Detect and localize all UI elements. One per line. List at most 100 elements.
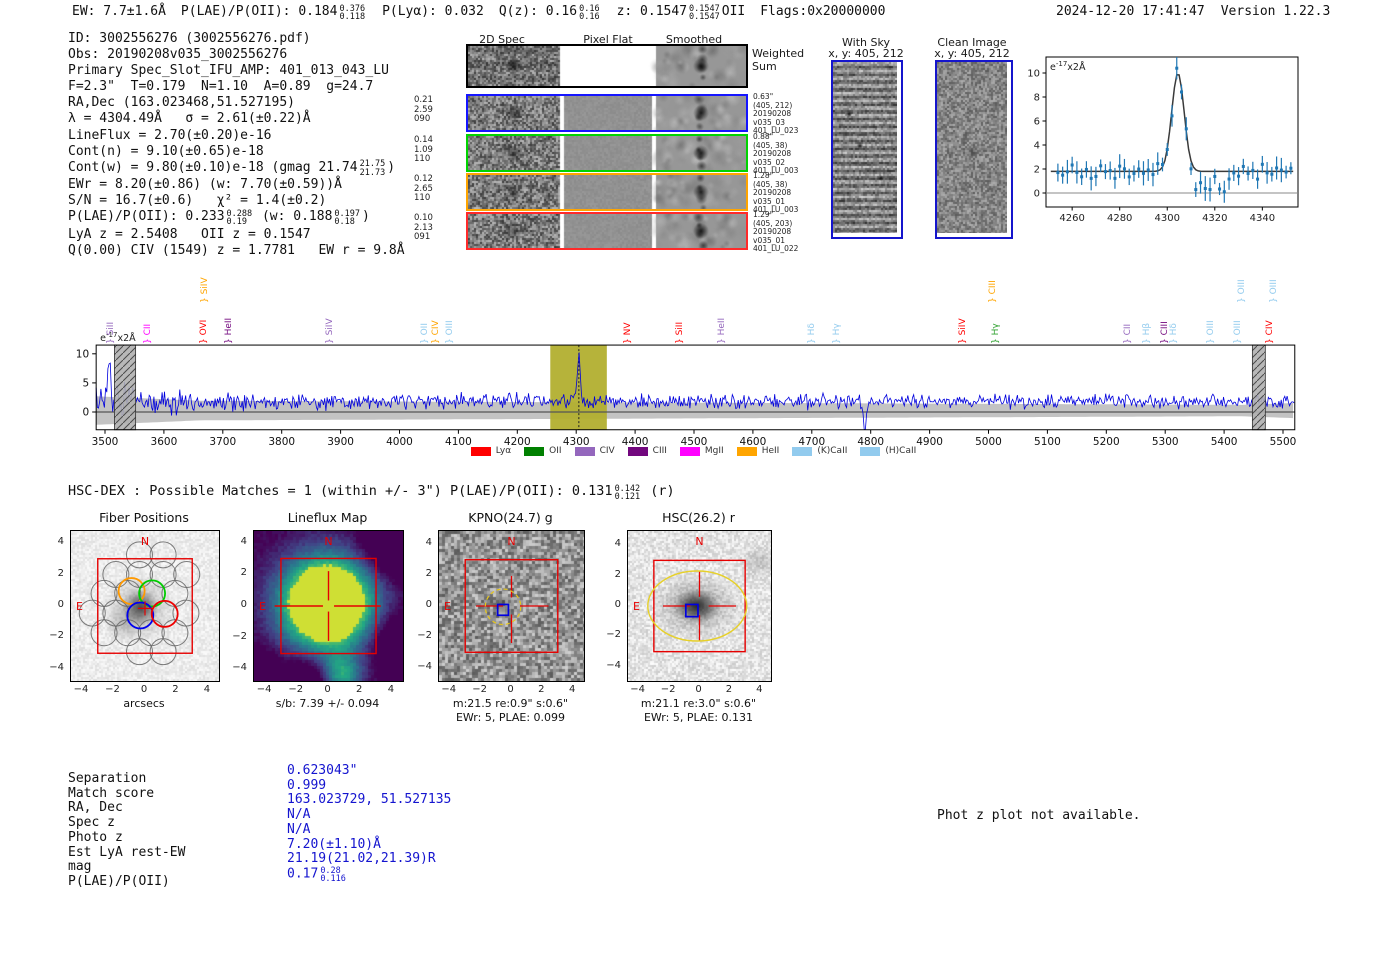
main-x-tick: 5200 <box>1093 436 1120 448</box>
cutout-overlay: NE <box>76 535 201 666</box>
cutout-xlabel1: s/b: 7.39 +/- 0.094 <box>275 697 380 710</box>
plae-stack-1: 0.288 0.19 <box>226 208 253 228</box>
cutout-image-hsc: NE <box>627 530 772 682</box>
cutout-xlabel2: EWr: 5, PLAE: 0.131 <box>643 711 754 724</box>
compass-east-label: E <box>633 600 640 613</box>
cutout-overlay: NE <box>633 535 748 653</box>
inset-y-tick: 2 <box>1034 165 1040 176</box>
cutout-xlabel1: m:21.1 re:3.0" s:0.6" <box>640 697 757 710</box>
compass-east-label: E <box>444 600 451 613</box>
cutout-x-tick: −4 <box>256 684 272 695</box>
cutout-y-tick: −2 <box>232 630 247 642</box>
cutout-x-tick: 0 <box>140 684 148 695</box>
header-datetime-version: 2024-12-20 17:41:47 Version 1.22.3 <box>1056 4 1330 19</box>
header-plae-stack: 0.376 0.118 <box>339 3 366 22</box>
line-label-NV: } NV <box>623 322 634 344</box>
cutout-y-tick: −4 <box>417 660 432 672</box>
cutout-x-tick: 4 <box>387 684 395 695</box>
main-y-tick: 5 <box>82 377 89 389</box>
header-datetime: 2024-12-20 17:41:47 <box>1056 4 1205 19</box>
elixer-report-page: EW: 7.7±1.6Å P(LAE)/P(OII): 0.184 0.376 0.1… <box>0 0 1400 953</box>
cutout-y-tick: −2 <box>417 629 432 641</box>
hscdex-stack: 0.142 0.121 <box>614 483 641 502</box>
info-line-lineflux: LineFlux = 2.70(±0.20)e-16 <box>68 127 272 143</box>
cutout-xlabel1: arcsecs <box>123 697 165 710</box>
info-line-fwhm: F=2.3" T=0.179 N=1.10 A=0.89 g=24.7 <box>68 79 374 95</box>
spectrum-legend: Lyα OII CIV CIII MgII HeII (K)CaII (H)CaII <box>440 446 960 456</box>
cutout-y-tick: 0 <box>57 599 64 610</box>
inset-y-tick: 0 <box>1034 189 1040 200</box>
header-plya: P(Lyα): 0.032 <box>382 4 484 19</box>
cutout-x-tick: −2 <box>472 684 488 695</box>
legend-swatch <box>679 446 700 456</box>
info-line-cont-n: Cont(n) = 9.10(±0.65)e-18 <box>68 143 264 159</box>
match-table-label: Spec z <box>68 815 115 831</box>
legend-swatch <box>860 446 881 456</box>
twod-left-label-line: 090 <box>414 114 431 125</box>
compass-north-label: N <box>507 535 515 548</box>
cutout-y-tick: 2 <box>57 567 64 579</box>
header-plae: P(LAE)/P(OII): 0.184 <box>180 4 338 19</box>
info-line-ewr: EWr = 8.20(±0.86) (w: 7.70(±0.59))Å <box>68 177 342 193</box>
twod-left-label: 0.21 2.59 090 <box>414 95 462 125</box>
header-qz: Q(z): 0.16 <box>498 4 578 19</box>
inset-y-tick: 6 <box>1034 117 1040 128</box>
cutout-y-tick: −4 <box>606 659 621 671</box>
cutout-title: KPNO(24.7) g <box>468 510 553 525</box>
header-z-stack: 0.1547 0.1547 <box>689 3 720 22</box>
inset-y-tick: 10 <box>1027 69 1040 80</box>
cutout-y-tick: 0 <box>614 599 621 610</box>
line-label-HeII: } HeII <box>717 317 728 344</box>
info-line-obs: Obs: 20190208v035_3002556276 <box>68 47 288 63</box>
compass-north-label: N <box>141 535 149 548</box>
header-ew: EW: 7.7±1.6Å <box>72 4 166 19</box>
line-label-SiIV: } SiIV <box>958 318 969 344</box>
cutout-overlay: NE <box>444 535 559 653</box>
match-table-value-text: 21.19(21.02,21.39)R <box>287 851 436 867</box>
withsky-xy-label: x, y: 405, 212 <box>828 47 904 60</box>
match-table-label: Match score <box>68 785 155 801</box>
main-x-tick: 5100 <box>1034 436 1061 448</box>
match-table-values: 0.623043" 0.999 163.023729, 51.527135 N/A N/… <box>287 763 451 884</box>
line-label-OIII: } OIII <box>444 320 455 344</box>
legend-label: CIII <box>652 446 667 456</box>
legend-label: (H)CaII <box>885 446 917 456</box>
line-label-Hδ: } Hδ <box>1169 323 1180 344</box>
cutout-x-tick: 2 <box>725 684 733 695</box>
legend-item: MgII <box>679 446 724 456</box>
twod-left-label-line: 110 <box>414 193 431 204</box>
line-label-CII: } CII <box>142 323 153 344</box>
compass-east-label: E <box>76 600 83 613</box>
line-label-Hδ: } Hδ <box>807 323 818 344</box>
inset-x-tick: 4300 <box>1155 213 1180 224</box>
info-line-radec: RA,Dec (163.023468,51.527195) <box>68 95 295 111</box>
main-x-tick: 5300 <box>1152 436 1179 448</box>
info-line-primary-spec: Primary Spec_Slot_IFU_AMP: 401_013_043_L… <box>68 63 389 79</box>
header-flags: Flags:0x20000000 <box>760 4 886 19</box>
line-label-CIII: } CIII <box>988 280 999 303</box>
line-label-SiII: } SiII <box>105 321 116 344</box>
match-table-value: 0.623043" <box>287 763 451 779</box>
twod-right-label-line: 401_LU_022 <box>753 244 799 254</box>
inset-x-tick: 4340 <box>1250 213 1275 224</box>
compass-north-label: N <box>695 535 703 548</box>
inset-x-tick: 4280 <box>1107 213 1132 224</box>
line-label-OVI: } OVI <box>198 319 209 344</box>
legend-swatch <box>792 446 813 456</box>
match-table-value: 0.17 0.28 0.116 <box>287 867 451 884</box>
cutout-x-tick: −2 <box>660 684 676 695</box>
main-x-tick: 3700 <box>209 436 236 448</box>
line-label-OIII: } OIII <box>1233 320 1244 344</box>
cutout-x-tick: 2 <box>538 684 545 695</box>
cutout-y-tick: 2 <box>614 568 621 580</box>
legend-item: HeII <box>736 446 779 456</box>
line-label-HeII: } HeII <box>223 317 234 344</box>
line-label-CII: } CII <box>1123 323 1134 344</box>
match-table-value: 21.19(21.02,21.39)R <box>287 851 451 867</box>
photz-note: Phot z plot not available. <box>937 808 1141 823</box>
twod-left-label: 0.14 1.09 110 <box>414 135 462 165</box>
cutout-y-tick: 4 <box>425 537 432 549</box>
twod-weighted-sum-label: Weighted Sum <box>752 47 805 73</box>
cutout-y-tick: 0 <box>240 599 247 610</box>
main-x-tick: 3500 <box>92 436 119 448</box>
